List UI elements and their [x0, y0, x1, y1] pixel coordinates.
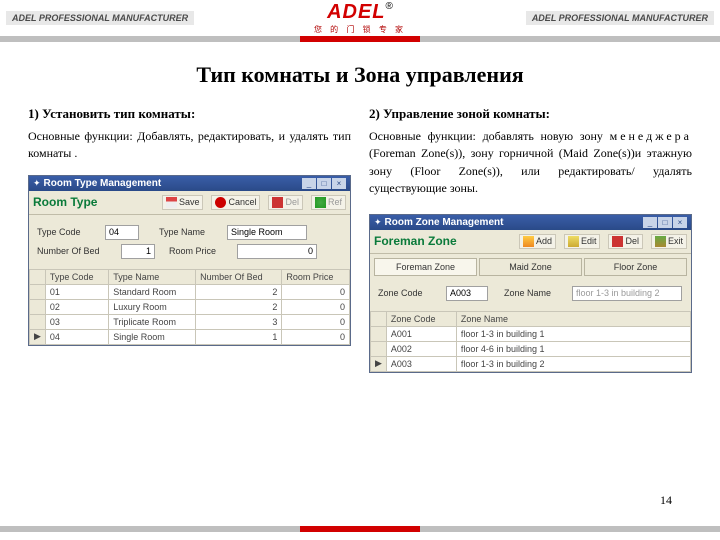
page-title: Тип комнаты и Зона управления	[0, 62, 720, 88]
app-icon: ✦	[33, 178, 41, 189]
table-row: ▶04Single Room10	[30, 329, 350, 344]
room-price-input[interactable]	[237, 244, 317, 259]
left-heading: 1) Установить тип комнаты:	[28, 106, 351, 122]
app-icon: ✦	[374, 217, 382, 228]
exit-button[interactable]: Exit	[651, 234, 687, 249]
window-controls[interactable]: _□×	[302, 178, 346, 189]
right-heading: 2) Управление зоной комнаты:	[369, 106, 692, 122]
del-icon	[612, 236, 623, 247]
del-button[interactable]: Del	[268, 195, 303, 210]
edit-button[interactable]: Edit	[564, 234, 601, 249]
window-controls[interactable]: _□×	[643, 217, 687, 228]
table-row: A001floor 1-3 in building 1	[371, 326, 691, 341]
page-number: 14	[660, 493, 672, 508]
brand-right: ADEL PROFESSIONAL MANUFACTURER	[526, 11, 714, 25]
divider	[0, 36, 720, 42]
col-left: 1) Установить тип комнаты: Основные функ…	[28, 106, 351, 373]
header: ADEL PROFESSIONAL MANUFACTURER ADEL® 您 的…	[0, 0, 720, 36]
exit-icon	[655, 236, 666, 247]
type-code-input[interactable]	[105, 225, 139, 240]
cancel-button[interactable]: Cancel	[211, 195, 260, 210]
room-type-table: Type CodeType NameNumber Of BedRoom Pric…	[29, 269, 350, 345]
table-row: ▶A003floor 1-3 in building 2	[371, 356, 691, 371]
del-button[interactable]: Del	[608, 234, 643, 249]
type-name-input[interactable]	[227, 225, 307, 240]
titlebar: ✦ Room Type Management _□×	[29, 176, 350, 191]
save-button[interactable]: Save	[162, 195, 204, 210]
right-desc: Основные функции: добавлять новую зону м…	[369, 128, 692, 198]
col-right: 2) Управление зоной комнаты: Основные фу…	[369, 106, 692, 373]
tab-maid[interactable]: Maid Zone	[479, 258, 582, 276]
table-row: 03Triplicate Room30	[30, 314, 350, 329]
zone-name-input[interactable]	[572, 286, 682, 301]
ref-icon	[315, 197, 326, 208]
table-row: A002floor 4-6 in building 1	[371, 341, 691, 356]
edit-icon	[568, 236, 579, 247]
num-bed-input[interactable]	[121, 244, 155, 259]
save-icon	[166, 197, 177, 208]
cancel-icon	[215, 197, 226, 208]
panel-title: Room Type	[33, 195, 97, 209]
zone-table: Zone CodeZone Name A001floor 1-3 in buil…	[370, 311, 691, 372]
panel-title: Foreman Zone	[374, 234, 457, 248]
table-row: 02Luxury Room20	[30, 299, 350, 314]
ref-button[interactable]: Ref	[311, 195, 346, 210]
zone-code-input[interactable]	[446, 286, 488, 301]
brand-left: ADEL PROFESSIONAL MANUFACTURER	[6, 11, 194, 25]
titlebar: ✦ Room Zone Management _□×	[370, 215, 691, 230]
table-row: 01Standard Room20	[30, 284, 350, 299]
tab-foreman[interactable]: Foreman Zone	[374, 258, 477, 276]
logo: ADEL® 您 的 门 锁 专 家	[314, 1, 406, 35]
add-button[interactable]: Add	[519, 234, 556, 249]
room-zone-window: ✦ Room Zone Management _□× Foreman Zone …	[369, 214, 692, 373]
room-type-window: ✦ Room Type Management _□× Room Type Sav…	[28, 175, 351, 346]
tab-floor[interactable]: Floor Zone	[584, 258, 687, 276]
add-icon	[523, 236, 534, 247]
del-icon	[272, 197, 283, 208]
left-desc: Основные функции: Добавлять, редактирова…	[28, 128, 351, 163]
